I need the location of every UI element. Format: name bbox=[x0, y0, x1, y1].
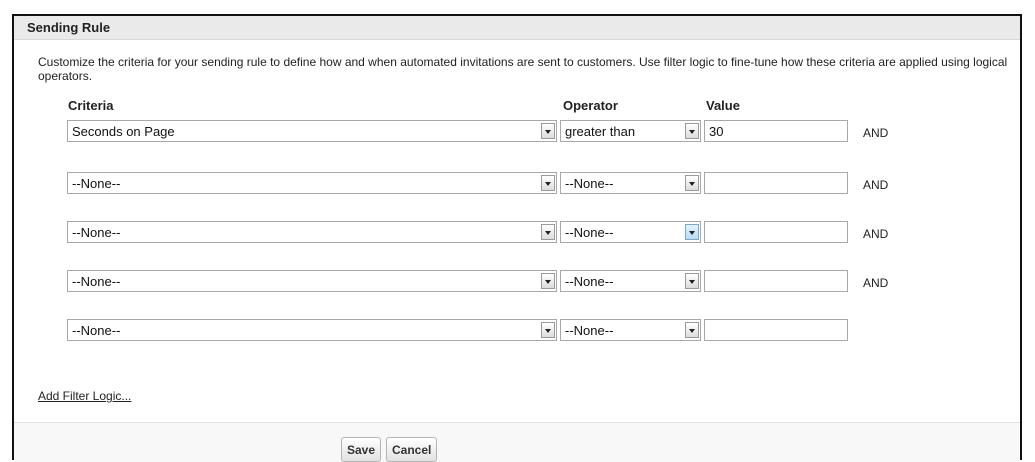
and-label-1: AND bbox=[863, 126, 889, 140]
chevron-down-icon[interactable] bbox=[541, 175, 555, 191]
sending-rule-panel: Sending Rule Customize the criteria for … bbox=[12, 14, 1022, 462]
and-label-2: AND bbox=[863, 178, 889, 192]
criteria-select-4[interactable]: --None-- bbox=[67, 270, 557, 292]
criteria-select-3-value: --None-- bbox=[72, 225, 121, 240]
section-header: Sending Rule bbox=[14, 16, 1020, 40]
chevron-down-icon[interactable] bbox=[541, 322, 555, 338]
criteria-select-5[interactable]: --None-- bbox=[67, 319, 557, 341]
save-button[interactable]: Save bbox=[341, 437, 382, 462]
value-input-1[interactable] bbox=[704, 120, 848, 142]
value-input-2[interactable] bbox=[704, 172, 848, 194]
operator-select-3[interactable]: --None-- bbox=[560, 221, 701, 243]
operator-select-5[interactable]: --None-- bbox=[560, 319, 701, 341]
criteria-select-2[interactable]: --None-- bbox=[67, 172, 557, 194]
value-input-4[interactable] bbox=[704, 270, 848, 292]
operator-select-5-value: --None-- bbox=[565, 323, 614, 338]
and-label-4: AND bbox=[863, 276, 889, 290]
criteria-column-header: Criteria bbox=[68, 98, 114, 113]
chevron-down-icon[interactable] bbox=[541, 224, 555, 240]
operator-select-1-value: greater than bbox=[565, 124, 636, 139]
chevron-down-icon[interactable] bbox=[685, 175, 699, 191]
add-filter-logic-link[interactable]: Add Filter Logic... bbox=[38, 389, 131, 403]
criteria-select-1-value: Seconds on Page bbox=[72, 124, 175, 139]
value-column-header: Value bbox=[706, 98, 740, 113]
chevron-down-icon[interactable] bbox=[541, 273, 555, 289]
criteria-select-3[interactable]: --None-- bbox=[67, 221, 557, 243]
and-label-3: AND bbox=[863, 227, 889, 241]
operator-column-header: Operator bbox=[563, 98, 618, 113]
button-bar bbox=[14, 423, 1020, 462]
criteria-select-5-value: --None-- bbox=[72, 323, 121, 338]
operator-select-1[interactable]: greater than bbox=[560, 120, 701, 142]
chevron-down-icon[interactable] bbox=[685, 123, 699, 139]
value-input-3[interactable] bbox=[704, 221, 848, 243]
criteria-select-2-value: --None-- bbox=[72, 176, 121, 191]
cancel-button[interactable]: Cancel bbox=[386, 437, 438, 462]
chevron-down-icon[interactable] bbox=[541, 123, 555, 139]
operator-select-3-value: --None-- bbox=[565, 225, 614, 240]
section-title: Sending Rule bbox=[27, 20, 111, 35]
operator-select-4-value: --None-- bbox=[565, 274, 614, 289]
operator-select-2-value: --None-- bbox=[565, 176, 614, 191]
criteria-select-4-value: --None-- bbox=[72, 274, 121, 289]
value-input-5[interactable] bbox=[704, 319, 848, 341]
criteria-select-1[interactable]: Seconds on Page bbox=[67, 120, 557, 142]
operator-select-4[interactable]: --None-- bbox=[560, 270, 701, 292]
operator-select-2[interactable]: --None-- bbox=[560, 172, 701, 194]
chevron-down-icon[interactable] bbox=[685, 273, 699, 289]
chevron-down-icon[interactable] bbox=[685, 224, 699, 240]
section-description: Customize the criteria for your sending … bbox=[38, 55, 1008, 83]
chevron-down-icon[interactable] bbox=[685, 322, 699, 338]
